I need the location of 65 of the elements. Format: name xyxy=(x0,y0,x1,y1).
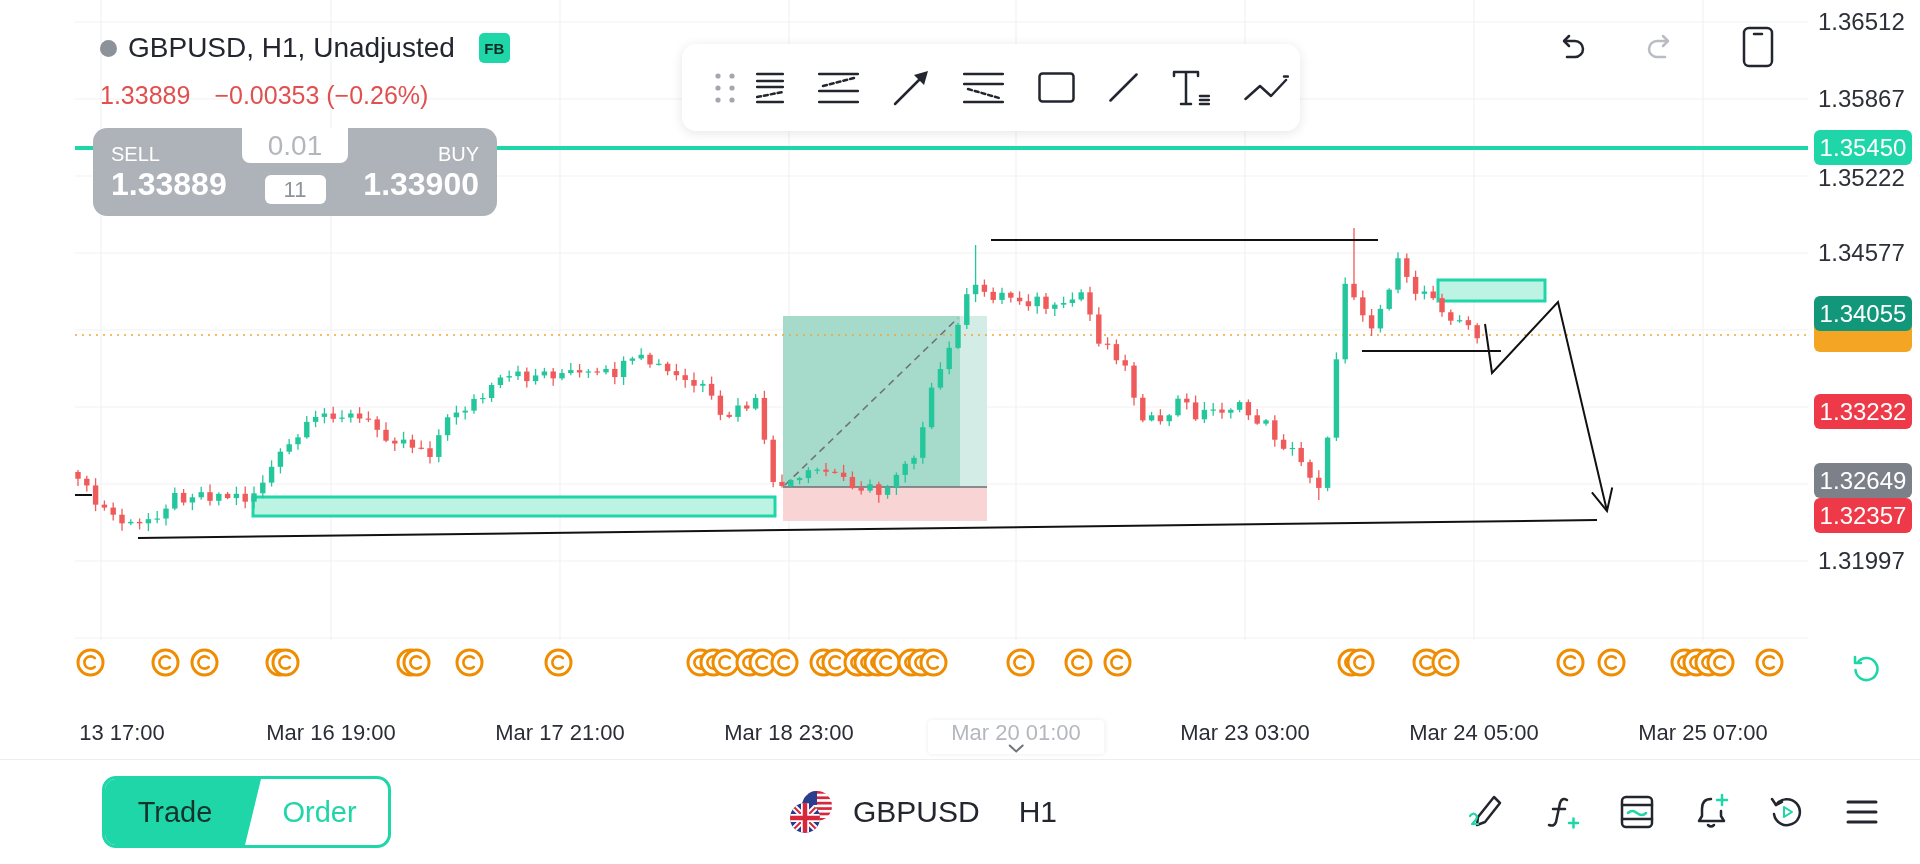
line-icon[interactable] xyxy=(1109,73,1138,102)
event-marker-icon[interactable] xyxy=(1555,648,1585,677)
horizontal-line xyxy=(75,494,93,496)
time-label: Mar 16 19:00 xyxy=(266,722,396,744)
event-marker-icon[interactable] xyxy=(1596,648,1626,677)
event-marker-stack-icon[interactable] xyxy=(264,648,300,677)
drag-handle-icon[interactable] xyxy=(715,72,735,103)
price-tag: 1.33232 xyxy=(1814,394,1912,429)
event-marker-stack-icon[interactable] xyxy=(395,648,431,677)
event-marker-icon[interactable] xyxy=(75,648,105,677)
text-icon[interactable] xyxy=(1172,69,1210,106)
price-label: 1.35222 xyxy=(1818,166,1905,190)
time-label: Mar 20 01:00 xyxy=(951,722,1081,744)
mode-tab[interactable]: Trade xyxy=(105,779,261,845)
zigzag-line-icon[interactable] xyxy=(1244,74,1289,101)
spread-value: 11 xyxy=(264,175,326,204)
price-tag: 1.35450 xyxy=(1814,130,1912,165)
stacked-lines-icon[interactable] xyxy=(756,71,784,104)
price-label: 1.31997 xyxy=(1818,549,1905,573)
event-marker-icon[interactable] xyxy=(1005,648,1035,677)
event-marker-stack-icon[interactable] xyxy=(1411,648,1460,677)
phone-icon[interactable] xyxy=(1742,26,1774,68)
price-tag: 1.34055 xyxy=(1814,296,1912,331)
chart-title: GBPUSD, H1, Unadjusted xyxy=(128,31,455,65)
event-marker-icon[interactable] xyxy=(150,648,180,677)
buy-price[interactable]: 1.33900 xyxy=(363,166,479,202)
event-marker-icon[interactable] xyxy=(1063,648,1093,677)
time-label: 13 17:00 xyxy=(79,722,165,744)
price-change: −0.00353 (−0.26%) xyxy=(214,80,429,110)
arrow-icon[interactable] xyxy=(893,69,929,106)
time-label: Mar 18 23:00 xyxy=(724,722,854,744)
sell-price[interactable]: 1.33889 xyxy=(111,166,227,202)
price-label: 1.35867 xyxy=(1818,87,1905,111)
timeframe-label[interactable]: H1 xyxy=(1018,795,1058,829)
event-marker-icon[interactable] xyxy=(543,648,573,677)
dashed-slope-lines-icon[interactable] xyxy=(963,71,1004,104)
label-badge: FB xyxy=(478,33,510,63)
symbol-name[interactable]: GBPUSD xyxy=(853,795,980,829)
event-marker-icon[interactable] xyxy=(1102,648,1132,677)
event-marker-stack-icon[interactable] xyxy=(1336,648,1375,677)
event-marker-icon[interactable] xyxy=(189,648,219,677)
time-label: Mar 25 07:00 xyxy=(1638,722,1768,744)
refresh-icon[interactable] xyxy=(1852,653,1882,683)
event-marker-stack-icon[interactable] xyxy=(808,648,948,677)
price-label: 1.34577 xyxy=(1818,241,1905,265)
buy-label: BUY xyxy=(437,143,479,165)
sell-label: SELL xyxy=(111,143,160,165)
time-label: Mar 17 21:00 xyxy=(495,722,625,744)
event-marker-stack-icon[interactable] xyxy=(1669,648,1735,677)
rectangle-icon[interactable] xyxy=(1038,72,1075,103)
mode-tab[interactable]: Order xyxy=(261,779,388,845)
chevron-down-icon xyxy=(1008,744,1024,753)
price-tag: 1.32649 xyxy=(1814,463,1912,498)
event-marker-stack-icon[interactable] xyxy=(685,648,799,677)
time-scroll-handle[interactable]: Mar 20 01:00 xyxy=(928,720,1104,754)
price-label: 1.36512 xyxy=(1818,10,1905,34)
event-marker-icon[interactable] xyxy=(454,648,484,677)
channel-lines-icon[interactable] xyxy=(818,71,859,104)
event-marker-icon[interactable] xyxy=(1754,648,1784,677)
time-label: Mar 23 03:00 xyxy=(1180,722,1310,744)
price-tag: 1.32357 xyxy=(1814,498,1912,533)
status-dot-icon xyxy=(100,39,117,57)
lot-size-field[interactable]: 0.01 xyxy=(242,128,348,163)
last-price: 1.33889 xyxy=(100,80,191,110)
time-label: Mar 24 05:00 xyxy=(1409,722,1539,744)
